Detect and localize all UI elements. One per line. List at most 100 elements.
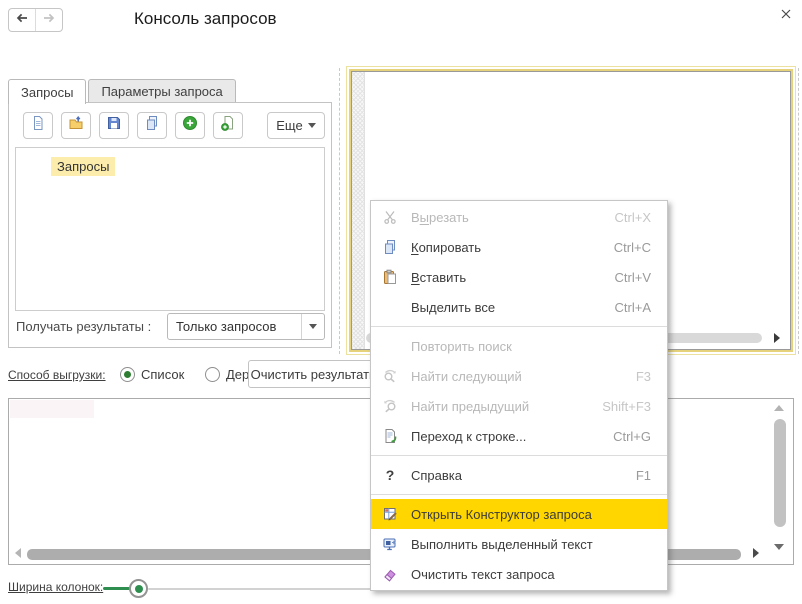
menu-item-find-previous: Найти предыдущий Shift+F3 [371, 391, 667, 421]
editor-gutter [352, 72, 365, 349]
menu-item-label: Выполнить выделенный текст [411, 537, 593, 552]
results-mode-row: Получать результаты : Только запросов [15, 313, 325, 340]
menu-item-label: Очистить текст запроса [411, 567, 555, 582]
copy-icon [382, 239, 398, 255]
arrow-right-icon [41, 10, 57, 31]
results-mode-label: Получать результаты : [16, 319, 151, 334]
queries-panel: Еще Запросы Получать результаты : Только… [8, 102, 332, 348]
menu-item-label: Открыть Конструктор запроса [411, 507, 592, 522]
menu-separator [371, 326, 667, 327]
close-icon [778, 6, 794, 27]
results-grid-cell[interactable] [10, 400, 94, 418]
menu-item-label: Выделить все [411, 300, 495, 315]
scroll-down-icon[interactable] [774, 544, 784, 550]
run-text-icon [382, 536, 398, 552]
queries-tree[interactable]: Запросы [15, 147, 325, 311]
arrow-left-icon [14, 10, 30, 31]
menu-item-clear-query-text[interactable]: Очистить текст запроса [371, 559, 667, 589]
menu-item-label: Повторить поиск [411, 339, 512, 354]
results-mode-value: Только запросов [176, 319, 276, 334]
menu-item-label: Найти следующий [411, 369, 522, 384]
copy-documents-icon [144, 115, 160, 136]
menu-item-label: Копировать [411, 240, 481, 255]
column-width-slider-track-filled[interactable] [103, 587, 130, 590]
new-query-button[interactable] [23, 112, 53, 139]
add-document-icon [220, 115, 236, 136]
radio-tree[interactable] [205, 367, 220, 382]
menu-item-shortcut: Ctrl+X [615, 210, 651, 225]
menu-item-shortcut: Ctrl+V [615, 270, 651, 285]
column-width-slider-thumb[interactable] [129, 579, 148, 598]
menu-separator [371, 455, 667, 456]
forward-button[interactable] [35, 9, 62, 31]
more-button[interactable]: Еще [267, 112, 325, 139]
tab-queries[interactable]: Запросы [8, 79, 86, 104]
scroll-right-icon[interactable] [774, 333, 780, 343]
find-previous-icon [382, 398, 398, 414]
editor-context-menu: Вырезать Ctrl+X Копировать Ctrl+C Вставить Ct… [370, 200, 668, 591]
menu-item-help[interactable]: ? Справка F1 [371, 460, 667, 490]
save-button[interactable] [99, 112, 129, 139]
scroll-right-icon[interactable] [753, 548, 759, 558]
menu-item-label: Переход к строке... [411, 429, 526, 444]
menu-separator [371, 494, 667, 495]
results-mode-dropdown-button[interactable] [301, 314, 324, 339]
menu-item-run-selected-text[interactable]: Выполнить выделенный текст [371, 529, 667, 559]
page-title: Консоль запросов [134, 9, 277, 29]
menu-item-shortcut: Ctrl+G [613, 429, 651, 444]
add-button[interactable] [175, 112, 205, 139]
find-next-icon [382, 368, 398, 384]
radio-list[interactable] [120, 367, 135, 382]
panel-splitter[interactable] [339, 68, 340, 354]
open-folder-icon [68, 115, 84, 136]
menu-item-shortcut: Ctrl+A [615, 300, 651, 315]
menu-item-select-all[interactable]: Выделить все Ctrl+A [371, 292, 667, 322]
menu-item-label: Справка [411, 468, 462, 483]
close-button[interactable] [776, 6, 796, 26]
clear-results-button[interactable]: Очистить результаты [248, 360, 381, 388]
cut-icon [382, 209, 398, 225]
new-document-icon [30, 115, 46, 136]
copy-button[interactable] [137, 112, 167, 139]
results-mode-select[interactable]: Только запросов [167, 313, 325, 340]
menu-item-label: Вставить [411, 270, 466, 285]
radio-list-label[interactable]: Список [141, 367, 184, 382]
menu-item-cut: Вырезать Ctrl+X [371, 202, 667, 232]
back-button[interactable] [9, 9, 35, 31]
menu-item-label: Найти предыдущий [411, 399, 529, 414]
menu-item-open-query-designer[interactable]: Открыть Конструктор запроса [371, 499, 667, 529]
query-designer-icon [382, 506, 398, 522]
menu-item-shortcut: F1 [636, 468, 651, 483]
menu-item-label: Вырезать [411, 210, 469, 225]
scroll-left-icon[interactable] [15, 548, 21, 558]
scroll-up-icon[interactable] [774, 405, 784, 411]
column-width-label[interactable]: Ширина колонок: [8, 580, 103, 594]
help-icon: ? [382, 467, 398, 483]
chevron-down-icon [309, 324, 317, 329]
eraser-icon [382, 566, 398, 582]
menu-item-shortcut: Ctrl+C [614, 240, 651, 255]
menu-item-find-next: Найти следующий F3 [371, 361, 667, 391]
menu-item-shortcut: F3 [636, 369, 651, 384]
tree-item[interactable]: Запросы [51, 157, 115, 176]
save-icon [106, 115, 122, 136]
chevron-down-icon [308, 123, 316, 128]
menu-item-repeat-search: Повторить поиск [371, 331, 667, 361]
menu-item-paste[interactable]: Вставить Ctrl+V [371, 262, 667, 292]
vertical-scrollbar-thumb[interactable] [774, 419, 786, 527]
open-button[interactable] [61, 112, 91, 139]
tab-query-parameters[interactable]: Параметры запроса [88, 79, 235, 103]
menu-item-shortcut: Shift+F3 [602, 399, 651, 414]
menu-item-goto-line[interactable]: Переход к строке... Ctrl+G [371, 421, 667, 451]
queries-toolbar: Еще [15, 112, 325, 139]
goto-line-icon [382, 428, 398, 444]
export-mode-label[interactable]: Способ выгрузки: [8, 368, 106, 382]
editor-right-splitter[interactable] [798, 68, 799, 354]
add-document-button[interactable] [213, 112, 243, 139]
paste-icon [382, 269, 398, 285]
nav-button-group [8, 8, 63, 32]
tab-bar: ЗапросыПараметры запроса [8, 79, 238, 103]
more-button-label: Еще [276, 118, 302, 133]
add-icon [182, 115, 198, 136]
menu-item-copy[interactable]: Копировать Ctrl+C [371, 232, 667, 262]
